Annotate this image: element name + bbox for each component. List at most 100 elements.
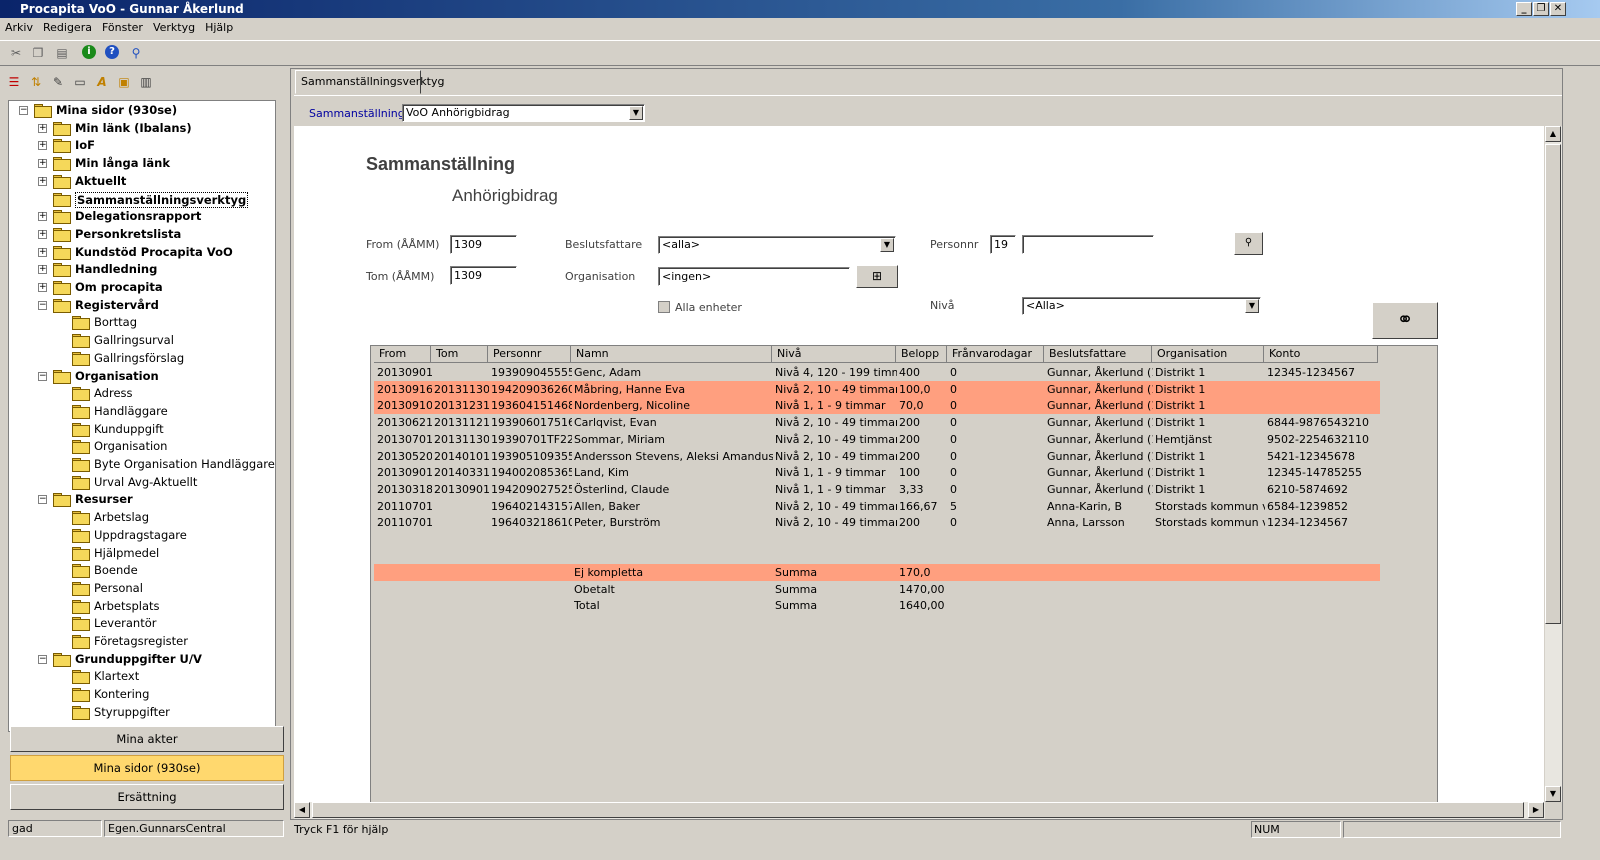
menu-redigera[interactable]: Redigera [38,19,97,34]
scroll-right-icon[interactable]: ▶ [1528,802,1544,818]
expand-icon[interactable]: + [38,247,47,257]
horizontal-scrollbar[interactable]: ◀ ▶ [294,802,1545,819]
folder-icon [72,528,90,543]
table-cell: 0 [950,416,957,430]
column-header[interactable]: Belopp [896,346,947,363]
restore-button[interactable]: ❐ [1533,2,1549,16]
table-row[interactable]: 20130701 20131130 19390701TF22 Sommar, Miri… [374,431,1380,448]
table-cell: Anna, Larsson [1047,516,1125,530]
chevron-down-icon[interactable]: ▼ [880,238,894,252]
table-cell: 20131231 [434,399,489,413]
table-row[interactable]: 20130520 20140101 193905109355 Andersson St… [374,448,1380,465]
column-header[interactable]: Konto [1264,346,1378,363]
personnr-prefix-input[interactable]: 19 [990,235,1016,254]
ersattning-button[interactable]: Ersättning [10,784,284,810]
close-button[interactable]: ✕ [1550,2,1566,16]
tom-input[interactable]: 1309 [450,266,517,285]
table-cell: Hemtjänst [1155,432,1212,446]
column-header[interactable]: Beslutsfattare [1044,346,1152,363]
menu-arkiv[interactable]: Arkiv [0,19,38,34]
vertical-scrollbar[interactable]: ▲ ▼ [1545,126,1562,802]
from-label: From (ÅÅMM) [366,238,440,251]
column-header[interactable]: Organisation [1152,346,1264,363]
collapse-icon[interactable]: − [38,495,47,505]
expand-icon[interactable]: + [38,141,47,151]
table-cell: Distrikt 1 [1155,482,1206,496]
search-button[interactable]: ⚭ [1372,302,1438,339]
column-header[interactable]: Namn [571,346,772,363]
book-icon[interactable]: ▥ [138,74,154,90]
scroll-down-icon[interactable]: ▼ [1545,786,1561,802]
tree-item-label: Resurser [75,492,133,507]
table-cell: Gunnar, Åkerlund (1) [1047,416,1153,430]
expand-icon[interactable]: + [38,159,47,169]
info-icon[interactable]: i [82,45,96,59]
mina-akter-button[interactable]: Mina akter [10,726,284,752]
table-row[interactable]: 20110701 196402143157 Allen, Baker Nivå 2, … [374,498,1380,515]
table-cell: 0 [950,399,957,413]
sort-icon[interactable]: ⇅ [28,74,44,90]
copy-icon[interactable]: ❐ [30,45,46,61]
person-search-button[interactable]: ⚲ [1234,232,1263,255]
chevron-down-icon[interactable]: ▼ [1245,299,1259,313]
organisation-input[interactable]: <ingen> [658,267,850,286]
navigation-tree[interactable]: − Mina sidor (930se) + Min länk (Ibalans) + I… [8,100,276,732]
tab-sammanstallningsverktyg[interactable]: Sammanställningsverktyg [295,70,444,94]
paste-icon[interactable]: ▤ [54,45,70,61]
expand-icon[interactable]: + [38,265,47,275]
niva-value: <Alla> [1026,299,1065,312]
print-icon[interactable]: ▭ [72,74,88,90]
expand-icon[interactable]: + [38,229,47,239]
cut-icon[interactable]: ✂ [8,45,24,61]
help-icon[interactable]: ? [105,45,119,59]
column-header[interactable]: Personnr [488,346,571,363]
window-title-bar[interactable]: Procapita VoO - Gunnar Åkerlund [0,0,1600,18]
font-icon[interactable]: A [94,74,110,90]
table-row[interactable]: 20130901 193909045555 Genc, Adam Nivå 4, 12… [374,364,1380,381]
tree-item-label: Uppdragstagare [94,527,187,542]
column-header[interactable]: Nivå [772,346,896,363]
table-row[interactable]: 20130318 20130901 194209027525 Österlind, C… [374,481,1380,498]
sammanstallningar-select[interactable]: VoO Anhörigbidrag ▼ [402,104,645,122]
edit-icon[interactable]: ✎ [50,74,66,90]
search-help-icon[interactable]: ⚲ [128,45,144,61]
scroll-thumb[interactable] [1545,144,1561,624]
from-input[interactable]: 1309 [450,235,517,254]
beslutsfattare-select[interactable]: <alla> ▼ [658,236,896,254]
expand-icon[interactable]: + [38,212,47,222]
column-header[interactable]: Frånvarodagar [947,346,1044,363]
alla-enheter-checkbox[interactable] [658,301,670,313]
collapse-icon[interactable]: − [38,371,47,381]
menu-fonster[interactable]: Fönster [97,19,148,34]
expand-icon[interactable]: + [38,123,47,133]
note-icon[interactable]: ▣ [116,74,132,90]
table-row[interactable]: 20130901 20140331 194002085365 Land, Kim Niv… [374,464,1380,481]
personnr-input[interactable] [1022,235,1154,254]
mina-sidor-button[interactable]: Mina sidor (930se) [10,755,284,781]
chevron-down-icon[interactable]: ▼ [629,106,643,120]
scroll-left-icon[interactable]: ◀ [294,802,310,818]
tree-item-label: Kunduppgift [94,421,164,436]
tree-item-label: Delegationsrapport [75,209,202,224]
table-row[interactable]: 20130916 20131130 194209036260 Måbring, Han… [374,380,1380,398]
results-table[interactable]: From Tom Personnr Namn Nivå Belopp Frånvarodag… [370,345,1438,803]
column-header[interactable]: From [374,346,431,363]
expand-icon[interactable]: + [38,283,47,292]
niva-select[interactable]: <Alla> ▼ [1022,297,1261,315]
folder-icon [72,316,90,331]
table-row[interactable]: 20130910 20131231 193604151468 Nordenberg, … [374,397,1380,415]
collapse-icon[interactable]: − [38,300,47,310]
collapse-icon[interactable]: − [38,654,47,664]
menu-hjalp[interactable]: Hjälp [200,19,238,34]
column-header[interactable]: Tom [431,346,488,363]
collapse-icon[interactable]: − [19,106,28,115]
minimize-button[interactable]: _ [1516,2,1532,16]
organisation-tree-button[interactable]: ⊞ [856,265,898,288]
expand-icon[interactable]: + [38,176,47,186]
table-row[interactable]: 20130621 20131121 193906017516 Carlqvist, E… [374,414,1380,431]
menu-verktyg[interactable]: Verktyg [148,19,200,34]
scroll-thumb-horizontal[interactable] [312,802,1524,818]
scroll-up-icon[interactable]: ▲ [1545,126,1561,142]
table-row[interactable]: 20110701 196403218610 Peter, Burström Nivå … [374,514,1380,531]
tree-icon[interactable]: ☰ [6,74,22,90]
